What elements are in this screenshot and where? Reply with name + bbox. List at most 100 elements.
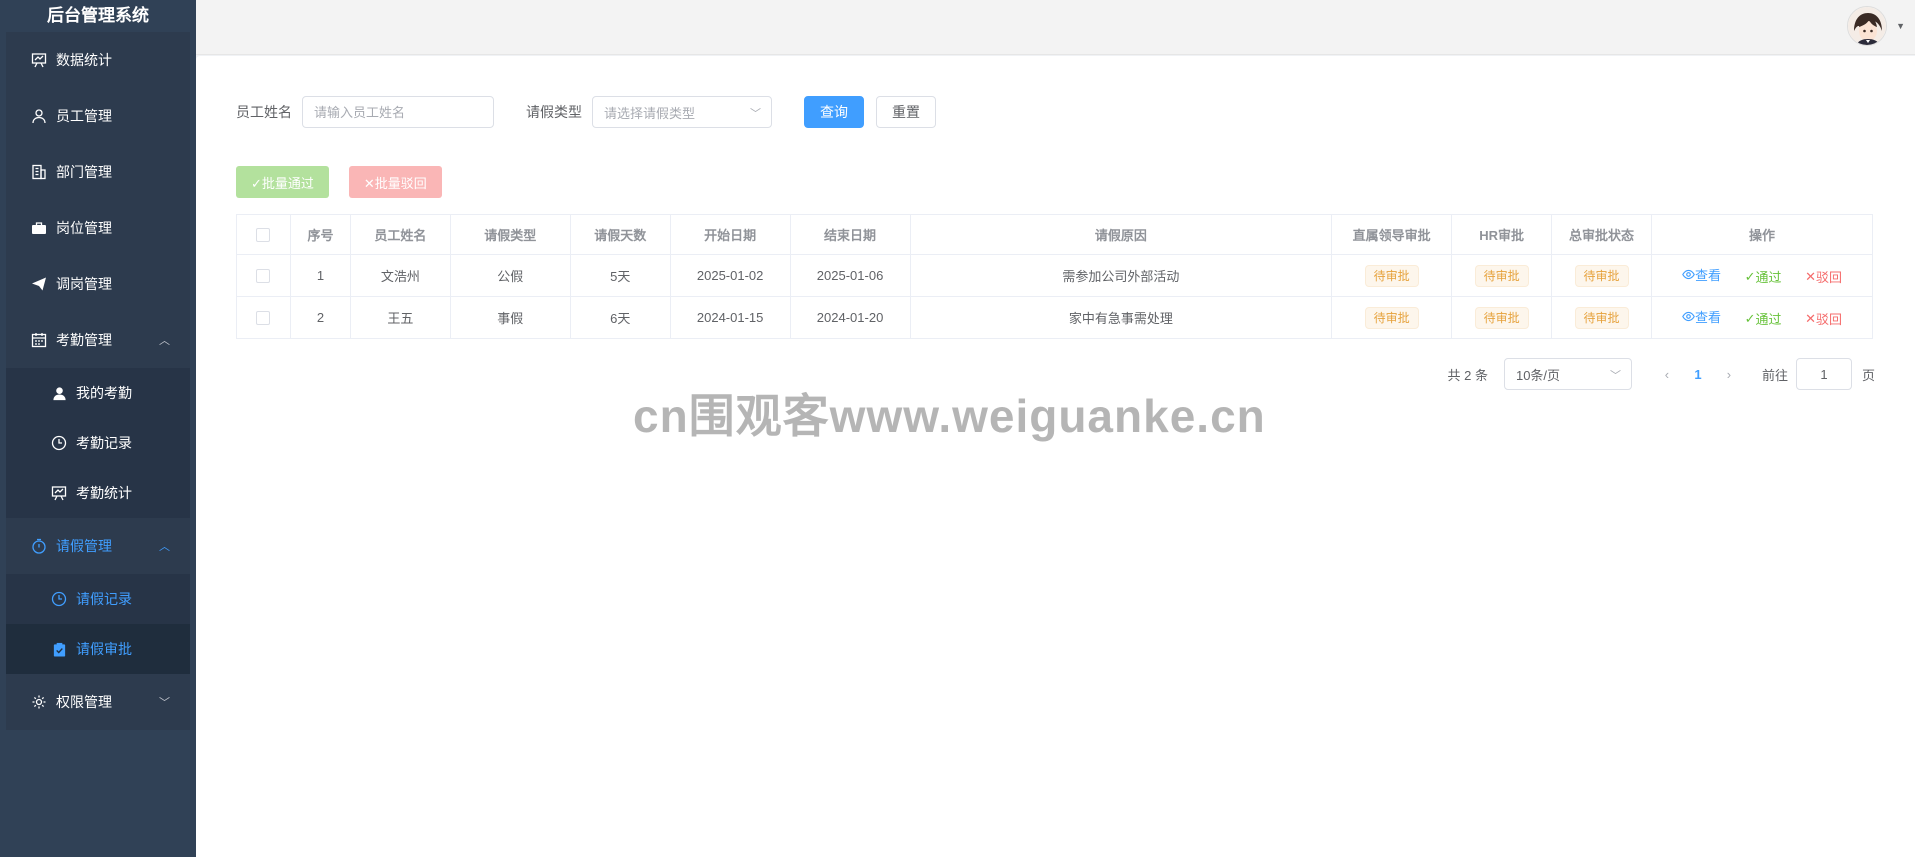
row-checkbox[interactable] — [256, 269, 271, 284]
chevron-down-icon: ﹀ — [1609, 370, 1621, 382]
employee-name-label: 员工姓名 — [236, 104, 292, 120]
column-header: 结束日期 — [789, 214, 911, 255]
top-header: ▼ — [196, 0, 1915, 55]
chevron-up-icon: ︿ — [159, 335, 170, 347]
sidebar-item-attendance[interactable]: 考勤管理 ︿ — [6, 312, 190, 368]
sidebar-item-label: 请假审批 — [76, 641, 132, 657]
search-form: 员工姓名 请假类型 请选择请假类型 ﹀ 查询 重置 — [236, 96, 936, 128]
close-icon: ✕ — [1805, 268, 1817, 284]
sidebar-item-departments[interactable]: 部门管理 — [6, 144, 190, 200]
leave-type-select[interactable]: 请选择请假类型 ﹀ — [592, 96, 772, 128]
select-all-cell — [236, 214, 291, 255]
next-page-button[interactable]: › — [1714, 367, 1744, 382]
view-label: 查看 — [1694, 267, 1721, 283]
view-button[interactable]: 查看 — [1682, 265, 1721, 284]
approve-button[interactable]: ✓ 通过 — [1745, 309, 1782, 328]
sidebar: 后台管理系统 数据统计 员工管理 部门管理 岗位管理 调岗管理 考勤管理 ︿ 我… — [0, 0, 196, 857]
sidebar-item-leave[interactable]: 请假管理 ︿ — [6, 518, 190, 574]
goto-label: 前往 — [1761, 367, 1788, 383]
sidebar-item-my-attendance[interactable]: 我的考勤 — [6, 368, 190, 418]
eye-icon — [1682, 269, 1695, 279]
end-date-cell: 2024-01-20 — [789, 296, 911, 339]
briefcase-icon — [30, 219, 48, 237]
sidebar-item-attendance-records[interactable]: 考勤记录 — [6, 418, 190, 468]
sidebar-item-employees[interactable]: 员工管理 — [6, 88, 190, 144]
status-badge: 待审批 — [1574, 306, 1629, 329]
stopwatch-icon — [30, 537, 48, 555]
leave-type-label: 请假类型 — [526, 104, 582, 120]
sidebar-item-label: 考勤管理 — [56, 332, 112, 348]
leave-days-cell: 5天 — [569, 254, 671, 297]
goto-page-input[interactable] — [1795, 358, 1852, 390]
reject-button[interactable]: ✕ 驳回 — [1805, 267, 1842, 286]
page-suffix: 页 — [1861, 367, 1875, 383]
app-title: 后台管理系统 — [47, 6, 149, 25]
status-badge: 待审批 — [1574, 264, 1629, 287]
table-row: 2 王五 事假 6天 2024-01-15 2024-01-20 家中有急事需处… — [236, 296, 1873, 339]
column-header: 开始日期 — [669, 214, 791, 255]
prev-page-button[interactable]: ‹ — [1652, 367, 1682, 382]
query-button[interactable]: 查询 — [804, 96, 864, 128]
select-all-checkbox[interactable] — [256, 228, 271, 243]
sidebar-item-label: 权限管理 — [56, 694, 112, 710]
employee-name-input[interactable] — [302, 96, 494, 128]
caret-down-icon[interactable]: ▼ — [1896, 21, 1905, 31]
sidebar-item-leave-records[interactable]: 请假记录 — [6, 574, 190, 624]
presentation-chart-icon — [50, 484, 68, 502]
avatar-image — [1848, 7, 1886, 45]
leave-approval-table: 序号 员工姓名 请假类型 请假天数 开始日期 结束日期 请假原因 直属领导审批 … — [236, 214, 1873, 339]
index-cell: 2 — [289, 296, 351, 339]
sidebar-item-data-stats[interactable]: 数据统计 — [6, 32, 190, 88]
column-header: 总审批状态 — [1551, 214, 1652, 255]
batch-approve-button[interactable]: ✓批量通过 — [236, 166, 329, 198]
avatar[interactable] — [1847, 6, 1887, 46]
start-date-cell: 2025-01-02 — [669, 254, 791, 297]
sidebar-item-permissions[interactable]: 权限管理 ﹀ — [6, 674, 190, 730]
leave-type-placeholder: 请选择请假类型 — [604, 105, 696, 121]
batch-reject-button[interactable]: ✕批量驳回 — [348, 166, 442, 198]
column-header: HR审批 — [1451, 214, 1553, 255]
row-checkbox[interactable] — [256, 311, 271, 326]
user-icon — [30, 107, 48, 125]
page-number[interactable]: 1 — [1682, 367, 1714, 382]
calendar-icon — [30, 331, 48, 349]
approve-button[interactable]: ✓ 通过 — [1745, 267, 1782, 286]
sidebar-item-label: 请假管理 — [56, 538, 112, 554]
table-row: 1 文浩州 公假 5天 2025-01-02 2025-01-06 需参加公司外… — [236, 254, 1873, 297]
overall-status-cell: 待审批 — [1551, 296, 1652, 339]
gear-icon — [30, 693, 48, 711]
batch-actions: ✓批量通过 ✕批量驳回 — [236, 166, 442, 198]
view-button[interactable]: 查看 — [1682, 307, 1721, 326]
reject-button[interactable]: ✕ 驳回 — [1805, 309, 1842, 328]
chevron-down-icon: ﹀ — [750, 108, 761, 120]
clock-icon — [50, 434, 68, 452]
sidebar-item-label: 考勤统计 — [76, 485, 132, 501]
page-size-select[interactable]: 10条/页 ﹀ — [1503, 358, 1632, 390]
chevron-up-icon: ︿ — [159, 541, 170, 553]
column-header: 操作 — [1651, 214, 1873, 255]
chevron-down-icon: ﹀ — [159, 697, 170, 709]
user-filled-icon — [50, 384, 68, 402]
sidebar-item-transfers[interactable]: 调岗管理 — [6, 256, 190, 312]
main-content: 员工姓名 请假类型 请选择请假类型 ﹀ 查询 重置 ✓批量通过 ✕批量驳回 序号… — [196, 56, 1915, 857]
sidebar-item-label: 请假记录 — [76, 591, 132, 607]
reject-label: 驳回 — [1816, 312, 1843, 328]
sidebar-menu: 数据统计 员工管理 部门管理 岗位管理 调岗管理 考勤管理 ︿ 我的考勤 考勤记… — [0, 32, 196, 730]
sidebar-item-label: 数据统计 — [56, 52, 112, 68]
sidebar-item-attendance-stats[interactable]: 考勤统计 — [6, 468, 190, 518]
sidebar-item-leave-approval[interactable]: 请假审批 — [6, 624, 190, 674]
column-header: 直属领导审批 — [1331, 214, 1453, 255]
leave-type-cell: 公假 — [449, 254, 571, 297]
column-header: 请假类型 — [449, 214, 571, 255]
clock-icon — [50, 590, 68, 608]
sidebar-item-positions[interactable]: 岗位管理 — [6, 200, 190, 256]
close-icon: ✕ — [1805, 310, 1817, 326]
sidebar-item-label: 部门管理 — [56, 164, 112, 180]
hr-approval-cell: 待审批 — [1451, 296, 1553, 339]
leave-type-cell: 事假 — [449, 296, 571, 339]
sidebar-item-label: 员工管理 — [56, 108, 112, 124]
employee-name-cell: 王五 — [349, 296, 451, 339]
table-header-row: 序号 员工姓名 请假类型 请假天数 开始日期 结束日期 请假原因 直属领导审批 … — [236, 214, 1873, 255]
reset-button[interactable]: 重置 — [876, 96, 936, 128]
watermark: cn围观客www.weiguanke.cn — [633, 390, 1266, 442]
